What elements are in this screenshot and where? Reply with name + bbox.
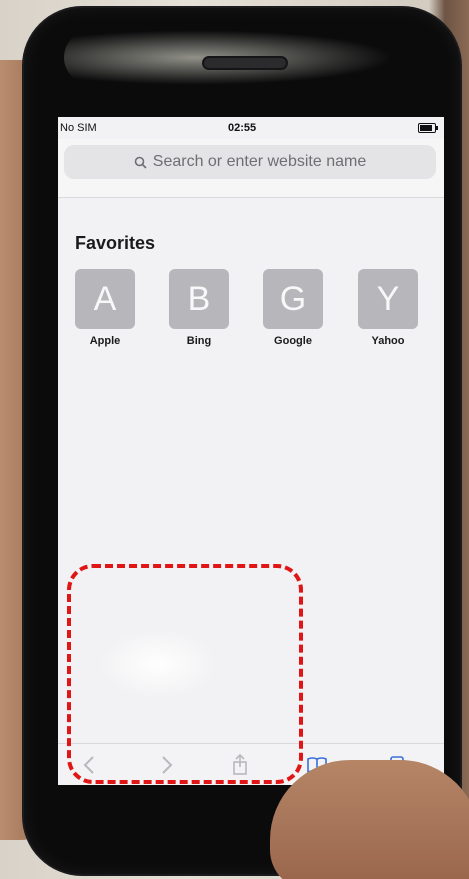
battery-icon <box>418 123 438 133</box>
favorite-apple-tile[interactable]: A <box>75 269 135 329</box>
favorites-title: Favorites <box>75 233 156 253</box>
favorite-google-tile[interactable]: G <box>263 269 323 329</box>
favorite-google[interactable]: G Google <box>263 269 323 347</box>
search-placeholder: Search or enter website name <box>152 153 367 170</box>
address-bar-area: Search or enter website name <box>58 139 444 198</box>
status-bar: No SIM 02:55 <box>58 117 444 139</box>
favorite-google-label: Google <box>274 335 312 347</box>
favorite-yahoo-label: Yahoo <box>371 335 405 347</box>
favorite-bing[interactable]: B Bing <box>169 269 229 347</box>
search-input[interactable]: Search or enter website name <box>64 145 436 179</box>
favorite-apple-label: Apple <box>89 335 121 347</box>
status-time: 02:55 <box>228 122 257 134</box>
favorite-yahoo[interactable]: Y Yahoo <box>358 269 418 347</box>
carrier-label: No SIM <box>60 122 97 134</box>
favorite-bing-label: Bing <box>186 335 212 347</box>
earpiece-speaker <box>204 58 286 68</box>
favorite-bing-tile[interactable]: B <box>169 269 229 329</box>
search-icon <box>134 156 147 169</box>
favorite-yahoo-tile[interactable]: Y <box>358 269 418 329</box>
finger <box>270 760 469 879</box>
highlight-annotation <box>67 564 303 784</box>
favorite-apple[interactable]: A Apple <box>75 269 135 347</box>
